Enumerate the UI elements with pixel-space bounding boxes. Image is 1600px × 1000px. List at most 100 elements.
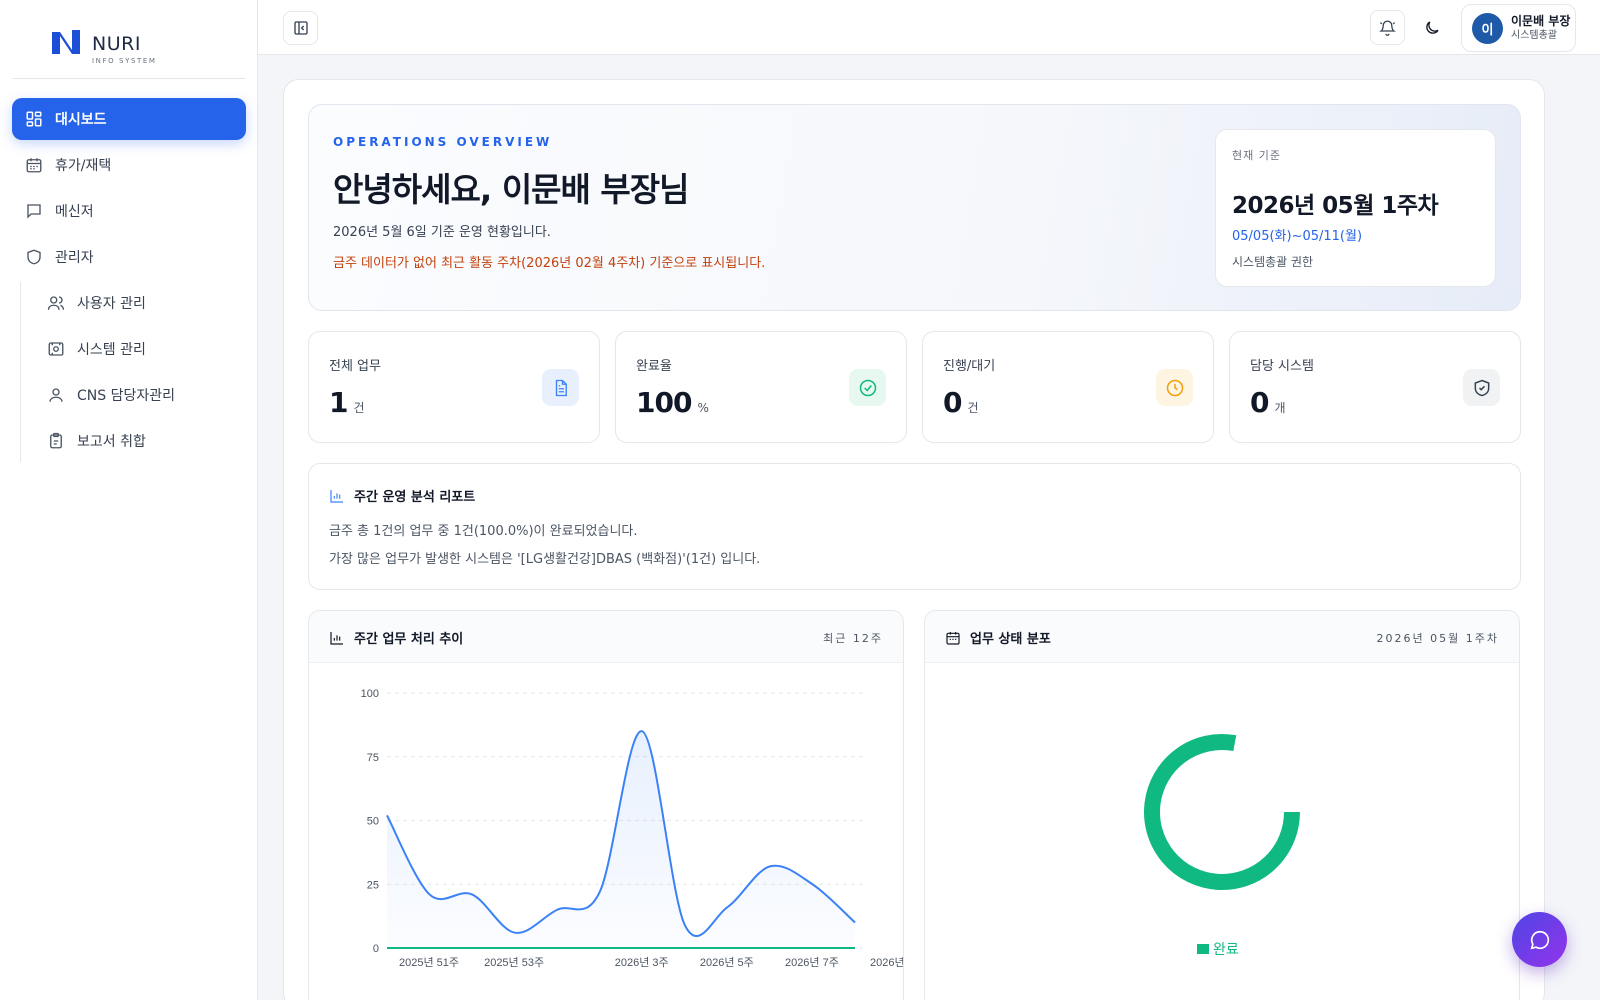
sidebar-item-dashboard[interactable]: 대시보드 [12,98,246,140]
document-icon [542,369,579,406]
sidebar-nav: 대시보드 휴가/재택 메신저 관리자 사용자 관리 시스템 관리 CNS 담당자… [12,98,246,466]
status-panel: 업무 상태 분포 2026년 05월 1주차 완료 [924,610,1520,1000]
status-donut-chart: 완료 [1144,734,1300,957]
user-role: 시스템총괄 [1511,29,1557,41]
sidebar-item-label: 대시보드 [55,112,107,128]
welcome-hero: OPERATIONS OVERVIEW 안녕하세요, 이문배 부장님 2026년… [308,104,1521,311]
stat-value: 1 [329,386,349,419]
shield-icon [27,249,41,265]
stat-card-completion: 완료율 100% [615,331,907,443]
panel-title: 업무 상태 분포 [970,632,1051,647]
y-tick-label: 100 [361,688,379,700]
divider [12,78,245,79]
report-title: 주간 운영 분석 리포트 [354,490,476,505]
stat-label: 진행/대기 [943,359,996,374]
stat-card-in-progress: 진행/대기 0건 [922,331,1214,443]
hero-subtitle: 2026년 5월 6일 기준 운영 현황입니다. [333,225,551,240]
trend-line-chart: 0 25 50 75 100 2025년 51주 2025년 53주 2026년 3주 2026… [361,688,904,969]
x-tick-label: 2026년 9주 [870,956,904,969]
report-line: 가장 많은 업무가 발생한 시스템은 '[LG생활건강]DBAS (백화점)'(… [329,552,761,567]
week-role: 시스템총괄 권한 [1232,255,1314,269]
calendar-icon [946,631,960,645]
check-circle-icon [849,369,886,406]
page-title: 안녕하세요, 이문배 부장님 [333,170,689,209]
sidebar-item-system-management[interactable]: 시스템 관리 [21,328,246,370]
moon-icon [1425,20,1439,34]
dashboard-icon [26,111,42,127]
legend-label: 완료 [1213,941,1239,957]
y-tick-label: 25 [367,879,379,891]
legend-swatch [1197,944,1209,954]
pie-slice [1144,734,1300,890]
user-name: 이문배 부장 [1511,13,1571,28]
week-label: 현재 기준 [1232,149,1281,162]
clipboard-icon [50,432,62,449]
stat-value: 0 [1250,386,1270,419]
hero-warning: 금주 데이터가 없어 최근 활동 주차(2026년 02월 4주차) 기준으로 … [333,256,766,271]
stat-unit: % [697,401,709,415]
sidebar-item-leave[interactable]: 휴가/재택 [12,144,246,186]
series-area [387,731,855,948]
user-icon [49,388,63,402]
report-line: 금주 총 1건의 업무 중 1건(100.0%)이 완료되었습니다. [329,524,638,539]
stat-unit: 건 [967,401,979,415]
stat-card-systems: 담당 시스템 0개 [1229,331,1521,443]
sidebar-item-label: 사용자 관리 [77,296,146,312]
panel-title: 주간 업무 처리 추이 [354,632,464,647]
shield-check-icon [1463,369,1500,406]
chat-fab-button[interactable] [1512,912,1567,967]
theme-toggle-button[interactable] [1414,10,1449,45]
y-tick-label: 75 [367,752,379,764]
notification-button[interactable] [1370,10,1405,45]
brand-subtitle: INFO SYSTEM [92,57,157,65]
stat-label: 완료율 [636,359,672,374]
sidebar-item-label: 시스템 관리 [77,342,146,358]
sidebar-item-label: CNS 담당자관리 [77,388,175,404]
panel-range: 최근 12주 [823,632,883,645]
brand-logo[interactable]: NURI INFO SYSTEM [50,28,157,68]
clock-icon [1156,369,1193,406]
sidebar-collapse-icon [293,21,308,35]
chat-icon [1530,930,1549,949]
hero-eyebrow: OPERATIONS OVERVIEW [333,135,553,149]
panel-week: 2026년 05월 1주차 [1376,632,1499,645]
bar-chart-icon [330,631,343,645]
sidebar-item-label: 메신저 [55,204,94,220]
sidebar-item-admin[interactable]: 관리자 [12,236,246,278]
sidebar-item-user-management[interactable]: 사용자 관리 [21,282,246,324]
sidebar-item-report-collect[interactable]: 보고서 취합 [21,420,246,462]
sidebar-item-label: 관리자 [55,250,94,266]
week-range: 05/05(화)~05/11(월) [1232,229,1363,244]
x-tick-label: 2026년 5주 [700,956,754,969]
trend-panel: 주간 업무 처리 추이 최근 12주 0 25 50 75 100 2025년 51주 20… [308,610,904,1000]
y-tick-label: 50 [367,816,379,828]
x-tick-label: 2026년 3주 [615,956,669,969]
sidebar-item-label: 보고서 취합 [77,434,146,450]
stat-unit: 건 [353,401,365,415]
stat-value: 100 [636,386,692,419]
sidebar-toggle-button[interactable] [283,11,318,45]
bar-chart-icon [330,489,343,503]
sidebar: NURI INFO SYSTEM 대시보드 휴가/재택 메신저 관리자 사용자 … [0,0,258,1000]
sidebar-item-cns-manager[interactable]: CNS 담당자관리 [21,374,246,416]
stat-card-total: 전체 업무 1건 [308,331,600,443]
admin-subnav: 사용자 관리 시스템 관리 CNS 담당자관리 보고서 취합 [20,282,246,462]
x-tick-label: 2025년 51주 [399,956,459,969]
system-icon [48,342,64,356]
stat-unit: 개 [1274,401,1286,415]
message-icon [27,204,41,219]
sidebar-item-messenger[interactable]: 메신저 [12,190,246,232]
stat-label: 담당 시스템 [1250,359,1314,374]
brand-name: NURI [92,33,141,55]
topbar: 이 이문배 부장 시스템총괄 [258,0,1600,55]
x-tick-label: 2026년 7주 [785,956,839,969]
users-icon [47,296,65,310]
x-tick-label: 2025년 53주 [484,956,544,969]
bell-icon [1379,20,1396,36]
weekly-report: 주간 운영 분석 리포트 금주 총 1건의 업무 중 1건(100.0%)이 완… [308,463,1521,590]
avatar: 이 [1472,12,1503,44]
user-menu[interactable]: 이 이문배 부장 시스템총괄 [1461,4,1576,52]
nuri-logo-icon [52,30,80,54]
stat-label: 전체 업무 [329,359,381,374]
current-week-card: 현재 기준 2026년 05월 1주차 05/05(화)~05/11(월) 시스… [1215,129,1496,287]
